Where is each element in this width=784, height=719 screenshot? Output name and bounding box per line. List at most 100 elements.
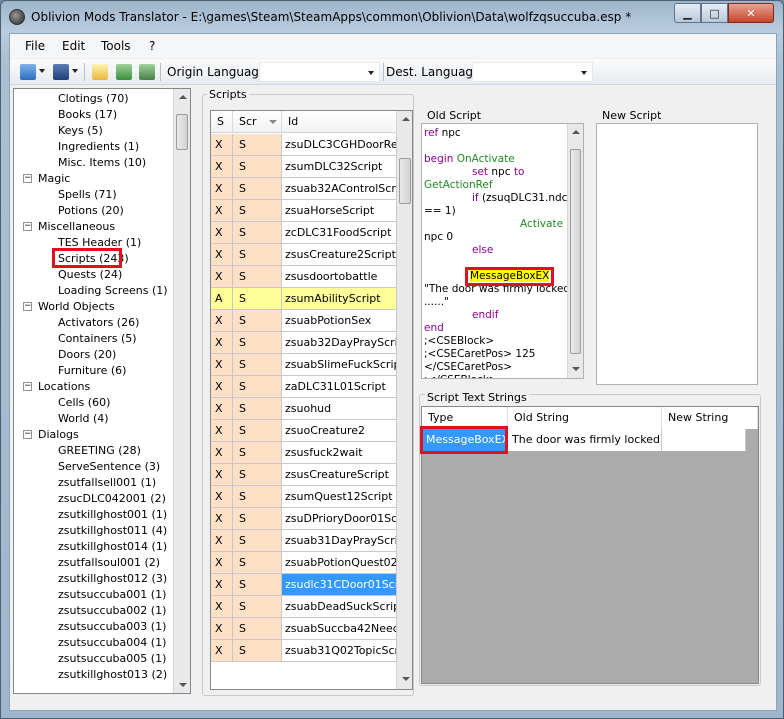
- tree-item[interactable]: − World Objects: [14, 299, 172, 315]
- id-cell[interactable]: zsuDPrioryDoor01Script: [282, 508, 397, 530]
- id-cell[interactable]: zsuabSlimeFuckScript: [282, 354, 397, 376]
- tree-item[interactable]: zsutkillghost011 (4): [14, 523, 172, 539]
- save-dropdown-icon[interactable]: [72, 69, 78, 73]
- scr-cell[interactable]: S: [233, 464, 282, 486]
- status-cell[interactable]: X: [211, 244, 233, 266]
- id-cell[interactable]: zsusCreature2Script: [282, 244, 397, 266]
- old-string-cell[interactable]: The door was firmly locked ......: [508, 429, 662, 451]
- column-header-scr[interactable]: Scr: [233, 111, 282, 133]
- table-row[interactable]: X SzsuDLC3CGHDoorRef: [211, 134, 397, 156]
- id-cell[interactable]: zsusfuck2wait: [282, 442, 397, 464]
- tree-item[interactable]: Potions (20): [14, 203, 172, 219]
- table-row[interactable]: X SzsuabSlimeFuckScript: [211, 354, 397, 376]
- tree-item[interactable]: Books (17): [14, 107, 172, 123]
- table-row[interactable]: XSzsuab31Q02TopicScript: [211, 640, 397, 662]
- id-cell[interactable]: zsumDLC32Script: [282, 156, 397, 178]
- table-row[interactable]: X SzsusCreatureScript: [211, 464, 397, 486]
- text-strings-grid[interactable]: Type Old String New String MessageBoxEX …: [420, 406, 759, 684]
- table-row[interactable]: X SzsuaHorseScript: [211, 200, 397, 222]
- scr-cell[interactable]: S: [233, 420, 282, 442]
- status-cell[interactable]: X: [211, 200, 233, 222]
- table-row[interactable]: X SzsuoCreature2: [211, 420, 397, 442]
- table-row[interactable]: X SzsuabDeadSuckScript: [211, 596, 397, 618]
- tree-item[interactable]: zsutkillghost013 (2): [14, 667, 172, 683]
- collapse-icon[interactable]: −: [23, 174, 32, 183]
- dest-language-select[interactable]: [472, 62, 593, 82]
- id-cell[interactable]: zsuDLC3CGHDoorRef: [282, 134, 397, 156]
- id-cell[interactable]: zsusdoortobattle: [282, 266, 397, 288]
- old-script-scroll-thumb[interactable]: [570, 149, 581, 354]
- minimize-button[interactable]: ▁: [674, 3, 701, 23]
- tree-item[interactable]: Clotings (70): [14, 91, 172, 107]
- tree-item[interactable]: zsucDLC042001 (2): [14, 491, 172, 507]
- new-string-cell[interactable]: [662, 429, 746, 451]
- tree-item[interactable]: zsutkillghost014 (1): [14, 539, 172, 555]
- open-dropdown-icon[interactable]: [39, 69, 45, 73]
- tree-item[interactable]: Loading Screens (1): [14, 283, 172, 299]
- category-tree[interactable]: zsutkillghost013 (2) zsutsuccuba005 (1) zs…: [13, 88, 191, 694]
- tree-item[interactable]: zsutsuccuba003 (1): [14, 619, 172, 635]
- status-cell[interactable]: X: [211, 266, 233, 288]
- table-row[interactable]: X SzsuabPotionSex: [211, 310, 397, 332]
- scr-cell[interactable]: S: [233, 222, 282, 244]
- status-cell[interactable]: X: [211, 420, 233, 442]
- scr-cell[interactable]: S: [233, 508, 282, 530]
- id-cell[interactable]: zsudlc31CDoor01Script: [282, 574, 397, 596]
- tree-item[interactable]: zsutsuccuba004 (1): [14, 635, 172, 651]
- scr-cell[interactable]: S: [233, 398, 282, 420]
- tree-item[interactable]: Ingredients (1): [14, 139, 172, 155]
- scr-cell[interactable]: S: [233, 310, 282, 332]
- status-cell[interactable]: X: [211, 376, 233, 398]
- status-cell[interactable]: X: [211, 530, 233, 552]
- old-script-editor[interactable]: ;</CSEBlock></CSECaretPos>;<CSECaretPos>…: [421, 123, 584, 379]
- table-row[interactable]: X SzaDLC31L01Script: [211, 376, 397, 398]
- tree-item[interactable]: World (4): [14, 411, 172, 427]
- scroll-down-icon[interactable]: [572, 367, 580, 371]
- tree-item[interactable]: Keys (5): [14, 123, 172, 139]
- menu-file[interactable]: File: [25, 39, 45, 53]
- grid-scroll-thumb[interactable]: [399, 158, 411, 204]
- tree-item[interactable]: zsutfallsoul001 (2): [14, 555, 172, 571]
- tree-item[interactable]: ServeSentence (3): [14, 459, 172, 475]
- id-cell[interactable]: zsuoCreature2: [282, 420, 397, 442]
- tree-item[interactable]: − Locations: [14, 379, 172, 395]
- scroll-up-icon[interactable]: [402, 117, 410, 121]
- status-cell[interactable]: X: [211, 354, 233, 376]
- status-cell[interactable]: X: [211, 156, 233, 178]
- status-cell[interactable]: X: [211, 134, 233, 156]
- scr-cell[interactable]: S: [233, 134, 282, 156]
- tree-scrollbar[interactable]: [173, 89, 190, 693]
- id-cell[interactable]: zsuabDeadSuckScript: [282, 596, 397, 618]
- maximize-button[interactable]: □: [701, 3, 728, 23]
- scroll-down-icon[interactable]: [179, 683, 187, 687]
- tree-item[interactable]: zsutfallsell001 (1): [14, 475, 172, 491]
- tree-item[interactable]: Doors (20): [14, 347, 172, 363]
- tree-item[interactable]: zsutkillghost001 (1): [14, 507, 172, 523]
- tree-item[interactable]: Cells (60): [14, 395, 172, 411]
- tree-item[interactable]: − Magic: [14, 171, 172, 187]
- edit-document-icon[interactable]: [92, 64, 108, 80]
- scr-cell[interactable]: S: [233, 486, 282, 508]
- close-button[interactable]: ✕: [728, 3, 774, 23]
- table-row[interactable]: X Szsuohud: [211, 398, 397, 420]
- open-folder-icon[interactable]: [20, 64, 36, 80]
- scroll-up-icon[interactable]: [179, 95, 187, 99]
- collapse-icon[interactable]: −: [23, 382, 32, 391]
- id-cell[interactable]: zsuab31Q02TopicScript: [282, 640, 397, 662]
- scr-cell[interactable]: S: [233, 640, 282, 662]
- tree-item[interactable]: Misc. Items (10): [14, 155, 172, 171]
- id-cell[interactable]: zsuab32DayPrayScript: [282, 332, 397, 354]
- scr-cell[interactable]: S: [233, 552, 282, 574]
- scripts-grid[interactable]: S Scr Id X SzsuDLC3CGHDoorRef X SzsumDLC32S…: [210, 110, 413, 690]
- new-script-editor[interactable]: [596, 123, 758, 385]
- id-cell[interactable]: zsuohud: [282, 398, 397, 420]
- status-cell[interactable]: X: [211, 464, 233, 486]
- status-cell[interactable]: X: [211, 178, 233, 200]
- status-cell[interactable]: A: [211, 288, 233, 310]
- status-cell[interactable]: X: [211, 618, 233, 640]
- menu-help[interactable]: ?: [149, 39, 155, 53]
- scr-cell[interactable]: S: [233, 200, 282, 222]
- column-header-new-string[interactable]: New String: [662, 407, 758, 429]
- status-cell[interactable]: X: [211, 508, 233, 530]
- tree-item[interactable]: zsutkillghost012 (3): [14, 571, 172, 587]
